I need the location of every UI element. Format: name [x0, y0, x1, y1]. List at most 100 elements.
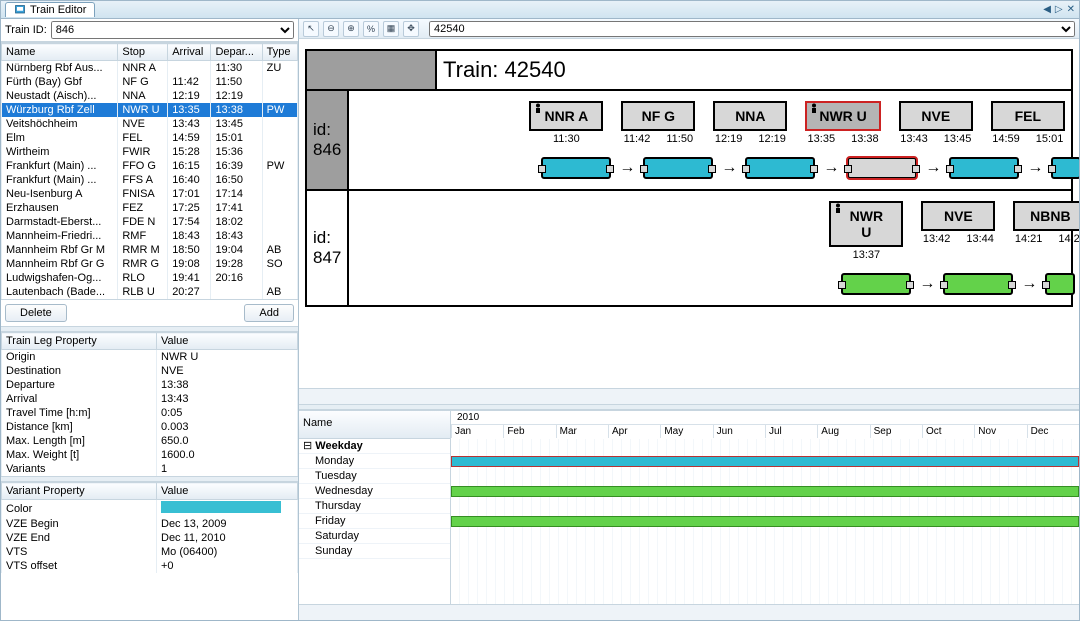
- station-node[interactable]: NWR U13:37: [829, 201, 903, 261]
- station-node[interactable]: NF G11:4211:50: [621, 101, 695, 145]
- property-row[interactable]: Distance [km]0.003: [2, 420, 298, 434]
- property-row[interactable]: Travel Time [h:m]0:05: [2, 406, 298, 420]
- timeline-hscrollbar[interactable]: [299, 604, 1079, 620]
- color-swatch[interactable]: [161, 501, 281, 513]
- left-panel: Train ID: 846 NameStopArrivalDepar...Typ…: [1, 19, 299, 620]
- graph-hscrollbar[interactable]: [299, 388, 1079, 404]
- timeline-bar[interactable]: [451, 516, 1079, 527]
- nav-left-icon[interactable]: ◀: [1043, 4, 1051, 15]
- property-row[interactable]: VTS offset+0: [2, 559, 298, 573]
- table-row[interactable]: Mannheim-Friedri...RMF18:4318:43: [2, 229, 298, 243]
- leg-prop-col[interactable]: Train Leg Property: [2, 333, 157, 350]
- percent-tool-icon[interactable]: %: [363, 21, 379, 37]
- track-segment[interactable]: [541, 157, 611, 179]
- property-row[interactable]: VTSMo (06400): [2, 545, 298, 559]
- month-label: Jul: [765, 425, 817, 438]
- stops-column[interactable]: Type: [262, 44, 297, 61]
- timeline-bar[interactable]: [451, 456, 1079, 467]
- station-node[interactable]: NWR U13:3513:38: [805, 101, 880, 145]
- table-row[interactable]: Frankfurt (Main) ...FFO G16:1516:39PW: [2, 159, 298, 173]
- table-row[interactable]: WirtheimFWIR15:2815:36: [2, 145, 298, 159]
- weekday-row[interactable]: Saturday: [299, 529, 450, 544]
- table-row[interactable]: ErzhausenFEZ17:2517:41: [2, 201, 298, 215]
- stops-column[interactable]: Arrival: [168, 44, 211, 61]
- timeline-name-header[interactable]: Name: [299, 411, 450, 439]
- track-segment[interactable]: [745, 157, 815, 179]
- graph-row-id: id: 846: [307, 91, 349, 189]
- graph-title: Train: 42540: [437, 51, 1071, 89]
- track-segment[interactable]: [943, 273, 1013, 295]
- track-segment[interactable]: [949, 157, 1019, 179]
- property-row[interactable]: Arrival13:43: [2, 392, 298, 406]
- table-row[interactable]: Fürth (Bay) GbfNF G11:4211:50: [2, 75, 298, 89]
- table-row[interactable]: ElmFEL14:5915:01: [2, 131, 298, 145]
- zoom-in-icon[interactable]: ⊕: [343, 21, 359, 37]
- fit-tool-icon[interactable]: ▦: [383, 21, 399, 37]
- table-row[interactable]: Lautenbach (Bade...RLB U20:27AB: [2, 285, 298, 299]
- var-value-col[interactable]: Value: [157, 483, 298, 500]
- table-row[interactable]: VeitshöchheimNVE13:4313:45: [2, 117, 298, 131]
- property-row[interactable]: Color: [2, 500, 298, 518]
- table-row[interactable]: Neustadt (Aisch)...NNA12:1912:19: [2, 89, 298, 103]
- table-row[interactable]: Frankfurt (Main) ...FFS A16:4016:50: [2, 173, 298, 187]
- close-icon[interactable]: ✕: [1067, 4, 1075, 15]
- add-button[interactable]: Add: [244, 304, 294, 322]
- timeline-panel: Name 2010 JanFebMarAprMayJunJulAugSepOct…: [299, 410, 1079, 620]
- property-row[interactable]: DestinationNVE: [2, 364, 298, 378]
- delete-button[interactable]: Delete: [5, 304, 67, 322]
- month-label: Jan: [451, 425, 503, 438]
- weekday-row[interactable]: Friday: [299, 514, 450, 529]
- train-id-select[interactable]: 846: [51, 21, 294, 39]
- weekday-row[interactable]: Monday: [299, 454, 450, 469]
- station-node[interactable]: NVE13:4313:45: [899, 101, 973, 145]
- table-row[interactable]: Ludwigshafen-Og...RLO19:4120:16: [2, 271, 298, 285]
- property-row[interactable]: Max. Weight [t]1600.0: [2, 448, 298, 462]
- move-tool-icon[interactable]: ✥: [403, 21, 419, 37]
- graph-train-select[interactable]: 42540: [429, 21, 1075, 37]
- track-segment[interactable]: [841, 273, 911, 295]
- nav-right-icon[interactable]: ▷: [1055, 4, 1063, 15]
- track-segment[interactable]: [643, 157, 713, 179]
- track-segment[interactable]: [847, 157, 917, 179]
- zoom-out-icon[interactable]: ⊖: [323, 21, 339, 37]
- property-row[interactable]: Departure13:38: [2, 378, 298, 392]
- graph-area[interactable]: Train: 42540 id: 846 NNR A11:30 NF G11:421…: [299, 39, 1079, 388]
- table-row[interactable]: Würzburg Rbf ZellNWR U13:3513:38PW: [2, 103, 298, 117]
- right-panel: ↖ ⊖ ⊕ % ▦ ✥ 42540 Train: 42540 id: 846 NN…: [299, 19, 1079, 620]
- month-label: Sep: [870, 425, 922, 438]
- station-node[interactable]: NBNB14:2114:29: [1013, 201, 1079, 245]
- table-row[interactable]: Nürnberg Rbf Aus...NNR A11:30ZU: [2, 61, 298, 76]
- table-row[interactable]: Neu-Isenburg AFNISA17:0117:14: [2, 187, 298, 201]
- property-row[interactable]: Max. Length [m]650.0: [2, 434, 298, 448]
- var-prop-col[interactable]: Variant Property: [2, 483, 157, 500]
- table-row[interactable]: Mannheim Rbf Gr MRMR M18:5019:04AB: [2, 243, 298, 257]
- app-window: Train Editor ◀ ▷ ✕ Train ID: 846 NameSto…: [0, 0, 1080, 621]
- property-row[interactable]: VZE BeginDec 13, 2009: [2, 517, 298, 531]
- weekday-row[interactable]: Sunday: [299, 544, 450, 559]
- station-node[interactable]: NVE13:4213:44: [921, 201, 995, 245]
- station-node[interactable]: FEL14:5915:01: [991, 101, 1065, 145]
- train-icon: [14, 4, 26, 16]
- arrow-icon: →: [919, 279, 935, 289]
- title-tab[interactable]: Train Editor: [5, 2, 95, 17]
- station-node[interactable]: NNR A11:30: [529, 101, 603, 145]
- weekday-row[interactable]: Wednesday: [299, 484, 450, 499]
- stops-column[interactable]: Stop: [118, 44, 168, 61]
- property-row[interactable]: VZE EndDec 11, 2010: [2, 531, 298, 545]
- weekday-row[interactable]: Tuesday: [299, 469, 450, 484]
- weekday-row[interactable]: Thursday: [299, 499, 450, 514]
- leg-value-col[interactable]: Value: [157, 333, 298, 350]
- table-row[interactable]: Mannheim Rbf Gr GRMR G19:0819:28SO: [2, 257, 298, 271]
- pointer-tool-icon[interactable]: ↖: [303, 21, 319, 37]
- month-label: Feb: [503, 425, 555, 438]
- stops-column[interactable]: Depar...: [211, 44, 262, 61]
- timeline-grid[interactable]: [451, 439, 1079, 604]
- month-label: Aug: [817, 425, 869, 438]
- property-row[interactable]: OriginNWR U: [2, 350, 298, 365]
- weekday-group[interactable]: Weekday: [299, 439, 450, 454]
- timeline-bar[interactable]: [451, 486, 1079, 497]
- property-row[interactable]: Variants1: [2, 462, 298, 476]
- table-row[interactable]: Darmstadt-Eberst...FDE N17:5418:02: [2, 215, 298, 229]
- station-node[interactable]: NNA12:1912:19: [713, 101, 787, 145]
- stops-column[interactable]: Name: [2, 44, 118, 61]
